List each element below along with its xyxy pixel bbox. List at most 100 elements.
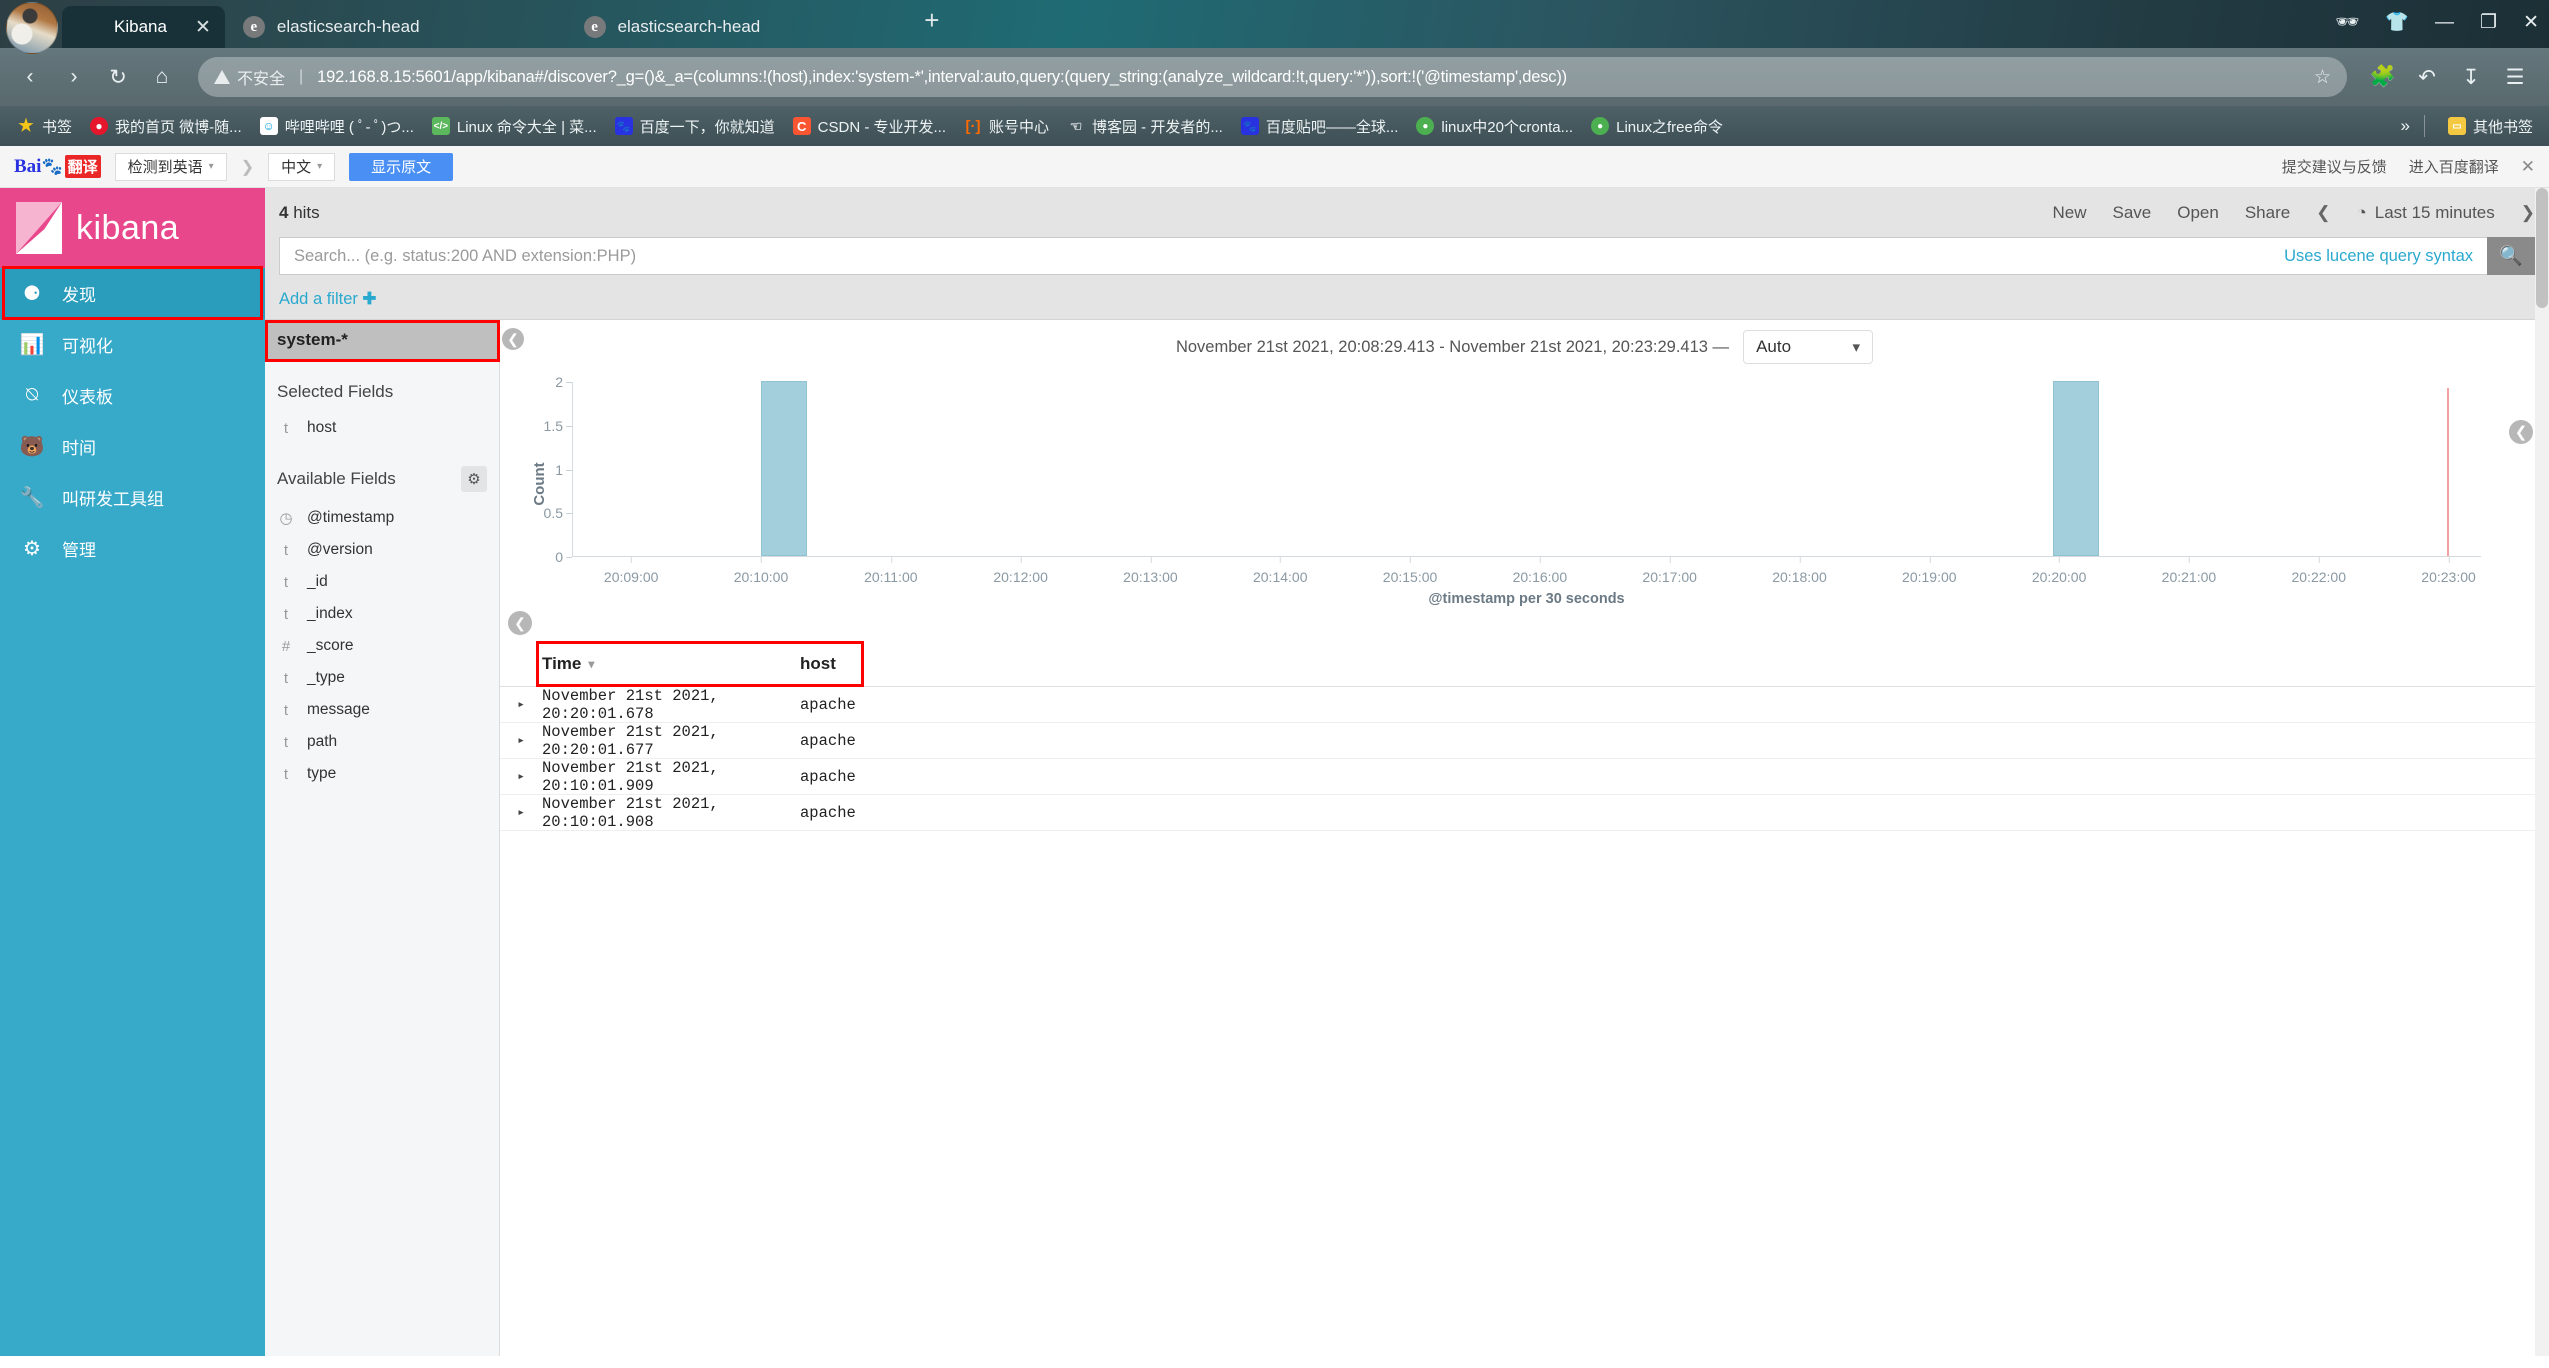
bookmark-star-icon[interactable]: ☆ [2304,66,2331,89]
field-item-version[interactable]: t @version [265,534,499,566]
table-row[interactable]: ▸ November 21st 2021, 20:10:01.908 apach… [500,795,2549,831]
back-icon[interactable]: ‹ [10,57,50,97]
tab-elasticsearch-head-2[interactable]: e elasticsearch-head [566,6,907,48]
time-range-label: Last 15 minutes [2374,203,2495,222]
table-row[interactable]: ▸ November 21st 2021, 20:20:01.677 apach… [500,723,2549,759]
bookmark-item[interactable]: ☺ 哔哩哔哩 ( ﾟ- ﾟ)つ... [251,111,423,141]
reload-icon[interactable]: ↻ [98,57,138,97]
sidebar-item-visualize[interactable]: 📊 可视化 [0,319,265,370]
close-icon[interactable]: ✕ [179,18,211,37]
overflow-chevron-icon[interactable]: » [2401,116,2410,136]
field-item-type-meta[interactable]: t _type [265,662,499,694]
field-item-path[interactable]: t path [265,726,499,758]
enter-baidu-translate-link[interactable]: 进入百度翻译 [2409,156,2499,177]
index-pattern-selector[interactable]: system-* [265,320,499,360]
profile-avatar[interactable] [6,2,58,54]
sidebar-item-discover[interactable]: ⚈ 发现 [0,268,265,319]
menu-icon[interactable]: ☰ [2495,57,2535,97]
bookmark-item[interactable]: ● linux中20个cronta... [1407,111,1582,141]
collapse-sidebar-button[interactable]: ❮ [502,328,524,350]
gear-icon[interactable]: ⚙ [461,466,487,492]
address-bar[interactable]: 不安全 | 192.168.8.15:5601/app/kibana#/disc… [198,57,2347,97]
field-item-message[interactable]: t message [265,694,499,726]
other-bookmarks-folder[interactable]: ▭ 其他书签 [2439,111,2535,141]
new-button[interactable]: New [2052,203,2086,223]
search-input[interactable]: Search... (e.g. status:200 AND extension… [279,237,2487,275]
tab-elasticsearch-head-1[interactable]: e elasticsearch-head [225,6,566,48]
show-original-button[interactable]: 显示原文 [349,152,454,181]
bookmark-item[interactable]: ● Linux之free命令 [1582,111,1732,141]
share-button[interactable]: Share [2245,203,2290,223]
not-secure-badge[interactable]: 不安全 [214,65,285,89]
y-tick: 2 [555,374,572,390]
bookmark-label: 博客园 - 开发者的... [1092,118,1223,136]
save-button[interactable]: Save [2112,203,2151,223]
minimize-icon[interactable]: — [2435,13,2454,32]
sidebar-item-timelion[interactable]: 🐻 时间 [0,421,265,472]
x-tick: 20:18:00 [1772,557,1827,585]
close-icon[interactable]: ✕ [2521,157,2535,177]
time-prev-icon[interactable]: ❮ [2316,203,2330,223]
field-item-score[interactable]: # _score [265,630,499,662]
profile-icon[interactable]: 👕 [2385,13,2409,32]
expand-row-icon[interactable]: ▸ [500,733,542,748]
cell-host: apache [800,695,856,714]
bookmark-item[interactable]: 🐾 百度一下，你就知道 [606,111,784,141]
table-row[interactable]: ▸ November 21st 2021, 20:10:01.909 apach… [500,759,2549,795]
sidebar-item-devtools[interactable]: 🔧 叫研发工具组 [0,472,265,523]
expand-row-icon[interactable]: ▸ [500,697,542,712]
sidebar-item-management[interactable]: ⚙ 管理 [0,523,265,574]
close-icon[interactable]: ✕ [2523,13,2539,32]
expand-row-icon[interactable]: ▸ [500,769,542,784]
new-tab-button[interactable]: + [906,7,957,41]
column-header-host[interactable]: host [800,654,836,674]
download-icon[interactable]: ↧ [2451,57,2491,97]
open-button[interactable]: Open [2177,203,2219,223]
scrollbar-thumb[interactable] [2536,188,2548,308]
forward-icon[interactable]: › [54,57,94,97]
bookmark-item[interactable]: 🐾 百度贴吧——全球... [1232,111,1408,141]
kibana-app: kibana ⚈ 发现 📊 可视化 ⍉ 仪表板 🐻 时间 🔧 叫研发工具组 ⚙ … [0,188,2549,1356]
home-icon[interactable]: ⌂ [142,57,182,97]
add-filter-button[interactable]: Add a filter ✚ [279,290,376,308]
bookmark-item[interactable]: </> Linux 命令大全 | 菜... [423,111,606,141]
time-range-picker[interactable]: ◔ Last 15 minutes [2356,203,2494,223]
bookmark-item[interactable]: [·] 账号中心 [955,111,1058,141]
extensions-icon[interactable]: 🧩 [2363,57,2403,97]
collapse-chart-toggle[interactable]: ❮ [508,611,532,635]
tieba-icon: 🐾 [1240,117,1259,135]
page-scrollbar[interactable] [2535,188,2549,1356]
column-header-time[interactable]: Time ▾ [500,654,800,674]
restore-icon[interactable]: ❐ [2480,13,2497,32]
time-next-icon[interactable]: ❯ [2521,203,2535,223]
interval-select[interactable]: Auto ▾ [1743,330,1874,364]
histogram-bar[interactable] [2053,381,2100,556]
collapse-chart-button[interactable]: ❮ [2509,420,2533,444]
table-row[interactable]: ▸ November 21st 2021, 20:20:01.678 apach… [500,687,2549,723]
field-name: _index [307,605,353,622]
target-language-select[interactable]: 中文 ▾ [268,152,336,181]
bookmark-label: 百度一下，你就知道 [639,118,775,136]
field-item-timestamp[interactable]: ◷ @timestamp [265,502,499,534]
search-button[interactable]: 🔍 [2487,237,2535,275]
feedback-link[interactable]: 提交建议与反馈 [2282,156,2387,177]
histogram-bar[interactable] [760,381,807,556]
source-language-select[interactable]: 检测到英语 ▾ [114,152,227,181]
field-item-index[interactable]: t _index [265,598,499,630]
incognito-icon[interactable]: 🕶 [2335,13,2359,32]
bookmark-item[interactable]: ★ 书签 [8,111,81,141]
tab-kibana[interactable]: Kibana ✕ [62,6,225,48]
bookmark-item[interactable]: ● 我的首页 微博-随... [81,111,251,141]
sidebar-item-dashboard[interactable]: ⍉ 仪表板 [0,370,265,421]
lucene-hint-link[interactable]: Uses lucene query syntax [2284,247,2473,266]
field-item-id[interactable]: t _id [265,566,499,598]
field-item-host[interactable]: t host [265,412,499,444]
bookmark-item[interactable]: ☜ 博客园 - 开发者的... [1058,111,1232,141]
expand-row-icon[interactable]: ▸ [500,805,542,820]
field-item-type[interactable]: t type [265,758,499,790]
kibana-body: system-* Selected Fields t host Availabl… [265,188,2549,1356]
undo-icon[interactable]: ↶ [2407,57,2447,97]
sort-desc-icon[interactable]: ▾ [588,657,594,671]
x-tick: 20:14:00 [1253,557,1307,585]
bookmark-item[interactable]: C CSDN - 专业开发... [784,111,955,141]
